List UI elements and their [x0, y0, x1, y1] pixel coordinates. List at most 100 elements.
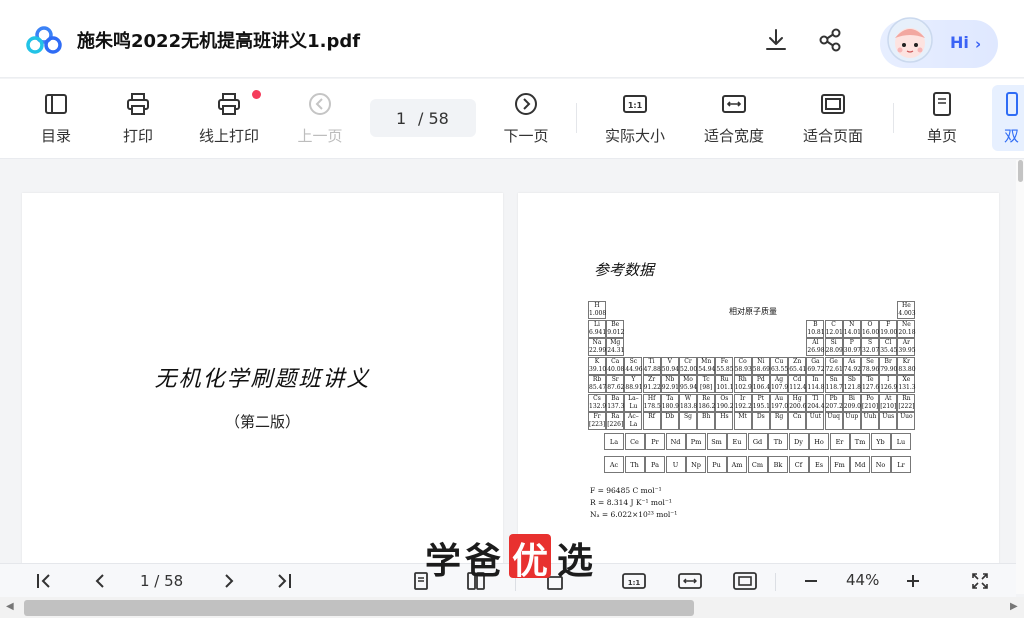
element-cell: Tc [98] — [697, 375, 716, 393]
toolbar-divider — [893, 103, 894, 133]
share-icon[interactable] — [816, 26, 844, 54]
element-cell: Ra [226] — [606, 412, 625, 430]
element-cell: Mn 54.94 — [697, 356, 716, 375]
document-title: 施朱鸣2022无机提高班讲义1.pdf — [77, 31, 361, 52]
prev-page-button[interactable]: 上一页 — [280, 79, 360, 159]
constant-line: Nₐ = 6.022×10²³ mol⁻¹ — [590, 510, 678, 519]
f-block-cell: Nd — [665, 433, 686, 450]
f-block-cell: Tm — [850, 433, 870, 450]
element-cell: F 19.00 — [879, 319, 898, 338]
prev-page-label: 上一页 — [297, 127, 343, 145]
bottom-page-indicator[interactable]: 1 / 58 — [140, 572, 183, 590]
element-cell: N 14.01 — [842, 319, 861, 338]
element-cell: Ca 40.08 — [606, 356, 625, 375]
element-cell: Ge 72.61 — [824, 356, 843, 375]
download-icon[interactable] — [762, 26, 790, 54]
toolbar-divider — [576, 103, 577, 133]
fit-width-small-icon[interactable] — [678, 571, 702, 591]
fit-page-small-icon[interactable] — [733, 571, 757, 591]
element-cell: Br 79.90 — [879, 356, 898, 375]
element-cell: Rn [222] — [897, 393, 916, 412]
single-page-icon — [933, 92, 951, 116]
element-cell: Uuo — [897, 412, 916, 430]
element-cell: Sb 121.8 — [842, 375, 861, 393]
page-number-input[interactable]: 1 / 58 — [370, 99, 476, 137]
constant-line: F = 96485 C mol⁻¹ — [590, 486, 662, 495]
double-page-label: 双 — [1004, 127, 1020, 145]
current-page: 1 — [396, 109, 407, 128]
pdf-page-1: 无机化学刷题班讲义 （第二版） — [22, 193, 503, 564]
next-page-button[interactable]: 下一页 — [486, 79, 566, 159]
online-print-button[interactable]: 线上打印 — [189, 79, 269, 159]
zoom-out-icon[interactable] — [801, 571, 821, 591]
vertical-scroll-thumb[interactable] — [1018, 160, 1023, 182]
f-block-cell: Ac — [604, 456, 624, 473]
zoom-in-icon[interactable] — [903, 571, 923, 591]
periodic-table-caption: 相对原子质量 — [729, 307, 777, 316]
fit-width-label: 适合宽度 — [703, 127, 764, 145]
element-cell: Mg 24.31 — [606, 338, 625, 356]
vertical-scrollbar[interactable] — [1016, 160, 1024, 594]
fit-page-button[interactable]: 适合页面 — [793, 79, 873, 159]
notification-dot — [252, 90, 261, 99]
element-cell: Hg 200.6 — [788, 393, 807, 412]
element-cell: Be 9.012 — [606, 319, 625, 338]
element-cell: Ru 101.1 — [715, 375, 734, 393]
chevron-right-circle-icon — [515, 93, 537, 115]
actual-size-small-icon[interactable]: 1:1 — [622, 571, 646, 591]
element-cell: Cu 63.55 — [770, 356, 789, 375]
element-cell: Fe 55.85 — [715, 356, 734, 375]
scroll-left-icon[interactable]: ◀ — [6, 601, 14, 612]
online-print-label: 线上打印 — [198, 127, 259, 145]
f-block-cell: Er — [829, 433, 850, 450]
element-cell: Xe 131.3 — [897, 375, 916, 393]
f-block-cell: U — [665, 456, 686, 473]
element-cell: Cs 132.9 — [588, 393, 607, 412]
element-cell: Nb 92.91 — [660, 375, 679, 393]
f-block-cell: Fm — [829, 456, 850, 473]
element-cell: Mo 95.94 — [679, 375, 698, 393]
element-cell: Sr 87.62 — [606, 375, 625, 393]
element-cell: Mt — [733, 412, 752, 430]
next-page-label: 下一页 — [503, 127, 549, 145]
svg-text:1:1: 1:1 — [628, 101, 643, 110]
f-block-cell: Ho — [809, 433, 829, 450]
element-cell: Ne 20.18 — [897, 319, 916, 338]
prev-page-icon[interactable] — [90, 571, 110, 591]
chevron-left-circle-icon — [309, 93, 331, 115]
printer-icon — [127, 93, 149, 115]
element-cell: Ga 69.72 — [806, 356, 825, 375]
element-cell: Au 197.0 — [770, 393, 789, 412]
assistant-avatar-icon — [887, 17, 933, 63]
element-cell: Ir 192.2 — [733, 393, 752, 412]
element-cell: Pb 207.2 — [824, 393, 843, 412]
element-cell: Cd 112.4 — [788, 375, 807, 393]
element-cell: Ar 39.95 — [897, 338, 916, 356]
first-page-icon[interactable] — [34, 571, 54, 591]
element-cell: B 10.81 — [806, 319, 825, 338]
assistant-button[interactable]: Hi › — [880, 17, 998, 68]
element-cell: Rf — [642, 412, 661, 430]
double-page-button[interactable]: 双 — [992, 85, 1024, 151]
scroll-right-icon[interactable]: ▶ — [1010, 601, 1018, 612]
element-cell: Zn 65.41 — [788, 356, 807, 375]
fullscreen-icon[interactable] — [970, 571, 990, 591]
next-page-icon[interactable] — [219, 571, 239, 591]
element-cell: As 74.92 — [842, 356, 861, 375]
single-page-button[interactable]: 单页 — [902, 79, 982, 159]
print-button[interactable]: 打印 — [98, 79, 178, 159]
toc-button[interactable]: 目录 — [16, 79, 96, 159]
element-cell: Ni 58.69 — [751, 356, 770, 375]
zoom-level: 44% — [846, 571, 880, 589]
document-viewer[interactable]: 无机化学刷题班讲义 （第二版） 参考数据 相对原子质量 H 1.008 He 4.… — [0, 160, 1016, 564]
fit-width-button[interactable]: 适合宽度 — [694, 79, 774, 159]
horizontal-scroll-thumb[interactable] — [24, 600, 694, 616]
fit-width-icon — [722, 95, 746, 113]
element-cell: Co 58.93 — [733, 356, 752, 375]
actual-size-button[interactable]: 1:1 实际大小 — [595, 79, 675, 159]
pdf-page-2: 参考数据 相对原子质量 H 1.008 He 4.003 Li 6.941 Be 9.… — [518, 193, 999, 564]
assistant-label: Hi — [950, 33, 969, 52]
element-cell: Sc 44.96 — [624, 356, 643, 375]
app-logo-icon — [26, 26, 62, 54]
last-page-icon[interactable] — [274, 571, 294, 591]
